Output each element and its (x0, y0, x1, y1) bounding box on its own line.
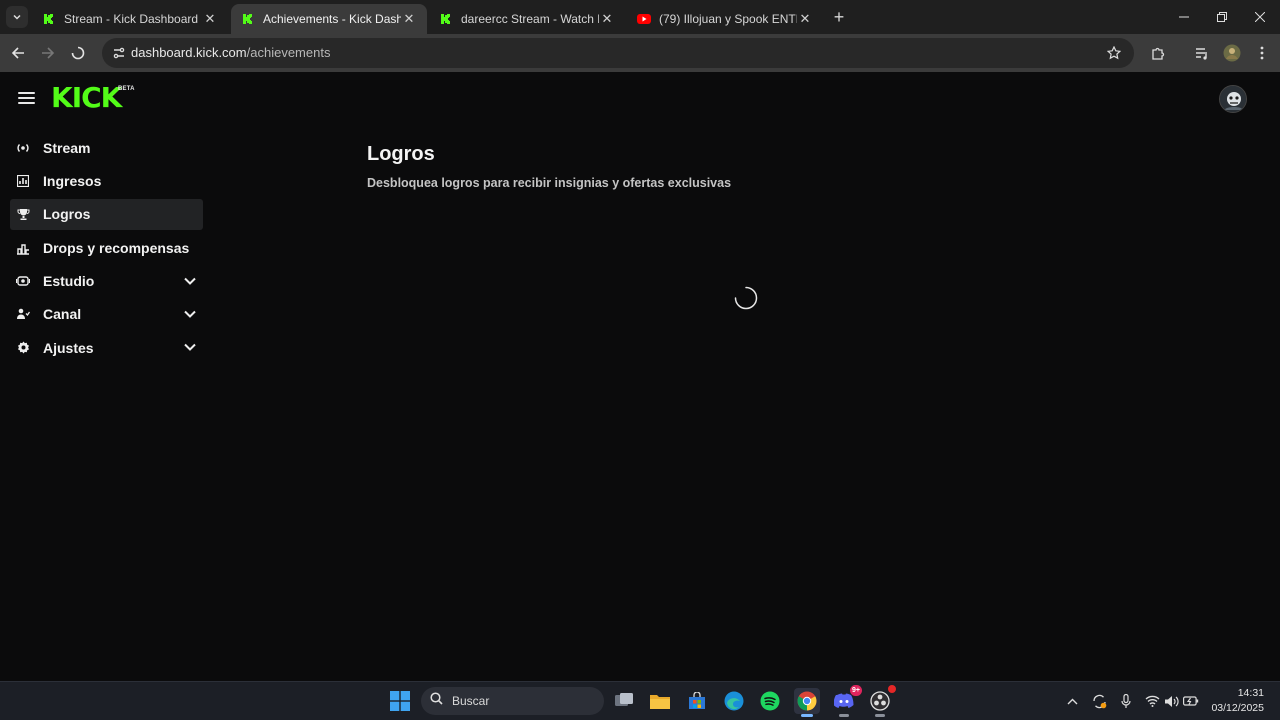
user-avatar[interactable] (1219, 85, 1247, 113)
beta-label: BETA (118, 86, 135, 92)
discord-icon[interactable]: 9+ (831, 685, 862, 717)
channel-icon (15, 306, 31, 322)
sidebar-item-canal[interactable]: Canal (10, 299, 203, 330)
sidebar-item-label: Logros (43, 206, 91, 223)
minimize-window-icon[interactable] (1172, 6, 1196, 28)
task-view-icon[interactable] (611, 688, 637, 714)
sidebar-item-label: Stream (43, 139, 91, 156)
new-tab-button[interactable]: + (829, 7, 849, 27)
profile-avatar-icon[interactable] (1220, 41, 1244, 65)
system-clock[interactable]: 14:31 03/12/2025 (1208, 686, 1264, 716)
tab-title: (79) Illojuan y Spook ENTRAN S (659, 12, 797, 26)
studio-icon (15, 273, 31, 289)
browser-toolbar: dashboard.kick.com/achievements (0, 34, 1280, 72)
sync-status-icon[interactable] (1090, 692, 1108, 710)
browser-tab-stream[interactable]: Stream - Kick Dashboard ✕ (32, 4, 228, 34)
media-queue-icon[interactable] (1190, 41, 1214, 65)
active-app-indicator (801, 714, 813, 717)
obs-studio-icon[interactable] (867, 685, 896, 717)
sidebar-item-logros[interactable]: Logros (10, 198, 203, 230)
sidebar-item-drops[interactable]: Drops y recompensas (10, 232, 203, 263)
close-window-icon[interactable] (1248, 6, 1272, 28)
kick-logo[interactable]: KICK (51, 83, 122, 113)
menu-hamburger-icon[interactable] (18, 92, 35, 104)
address-bar[interactable]: dashboard.kick.com/achievements (102, 38, 1134, 68)
search-label: Buscar (452, 694, 490, 708)
spotify-icon[interactable] (757, 688, 783, 714)
kick-dashboard-page: KICK BETA Stream Ingresos Logros Drops y… (0, 72, 1280, 681)
browser-tab-dareercc[interactable]: dareercc Stream - Watch Live o ✕ (429, 4, 625, 34)
microphone-icon[interactable] (1117, 692, 1135, 710)
chevron-down-icon[interactable] (183, 307, 197, 321)
search-icon (430, 692, 443, 710)
clock-date: 03/12/2025 (1211, 702, 1264, 714)
tab-title: Achievements - Kick Dashboard (263, 12, 401, 26)
taskbar-search[interactable]: Buscar (421, 687, 604, 715)
sidebar-item-label: Estudio (43, 273, 95, 290)
url-path: /achievements (246, 45, 331, 60)
chevron-down-icon[interactable] (183, 274, 197, 288)
running-app-indicator (875, 714, 885, 717)
page-title: Logros (367, 143, 435, 165)
tab-title: dareercc Stream - Watch Live o (461, 12, 599, 26)
close-tab-icon[interactable]: ✕ (797, 11, 813, 27)
url-text: dashboard.kick.com/achievements (131, 45, 330, 60)
browser-tab-achievements[interactable]: Achievements - Kick Dashboard ✕ (231, 4, 427, 34)
loading-spinner-icon (734, 286, 758, 310)
kick-favicon-icon (241, 12, 255, 26)
recording-indicator (888, 685, 896, 693)
volume-icon[interactable] (1162, 692, 1180, 710)
discord-notification-badge: 9+ (850, 685, 862, 696)
edge-browser-icon[interactable] (721, 688, 747, 714)
chevron-up-icon[interactable] (1063, 692, 1081, 710)
sidebar-item-estudio[interactable]: Estudio (10, 266, 203, 297)
clock-time: 14:31 (1237, 687, 1264, 699)
browser-tab-strip: Stream - Kick Dashboard ✕ Achievements -… (0, 0, 1280, 34)
broadcast-icon (15, 140, 31, 156)
close-tab-icon[interactable]: ✕ (202, 11, 218, 27)
sidebar-item-ajustes[interactable]: Ajustes (10, 332, 203, 363)
drops-icon (15, 240, 31, 256)
youtube-favicon-icon (637, 12, 651, 26)
sidebar-item-stream[interactable]: Stream (10, 132, 203, 163)
restore-window-icon[interactable] (1210, 6, 1234, 28)
browser-menu-icon[interactable] (1250, 41, 1274, 65)
windows-start-icon[interactable] (387, 688, 413, 714)
back-arrow-icon[interactable] (6, 41, 30, 65)
bookmark-star-icon[interactable] (1104, 43, 1124, 63)
chevron-down-icon[interactable] (183, 340, 197, 354)
sidebar-item-label: Drops y recompensas (43, 239, 190, 256)
windows-taskbar: Buscar 9+ 14:31 03/12/2025 (0, 681, 1280, 720)
stop-loading-icon[interactable] (66, 41, 90, 65)
file-explorer-icon[interactable] (647, 688, 673, 714)
battery-icon[interactable] (1182, 692, 1200, 710)
url-host: dashboard.kick.com (131, 45, 247, 60)
close-tab-icon[interactable]: ✕ (401, 11, 417, 27)
extensions-puzzle-icon[interactable] (1146, 41, 1170, 65)
trophy-icon (15, 206, 31, 222)
dashboard-sidebar: Stream Ingresos Logros Drops y recompens… (10, 132, 203, 366)
tab-search-button[interactable] (6, 6, 28, 28)
sidebar-item-label: Ajustes (43, 339, 94, 356)
sidebar-item-ingresos[interactable]: Ingresos (10, 165, 203, 196)
kick-favicon-icon (42, 12, 56, 26)
sidebar-item-label: Ingresos (43, 172, 102, 189)
running-app-indicator (839, 714, 849, 717)
chart-icon (15, 173, 31, 189)
site-settings-icon[interactable] (108, 42, 130, 64)
tab-title: Stream - Kick Dashboard (64, 12, 199, 26)
forward-arrow-icon[interactable] (36, 41, 60, 65)
page-subtitle: Desbloquea logros para recibir insignias… (367, 176, 732, 190)
close-tab-icon[interactable]: ✕ (599, 11, 615, 27)
wifi-icon[interactable] (1143, 692, 1161, 710)
chrome-taskbar-icon[interactable] (794, 688, 820, 717)
browser-tab-youtube[interactable]: (79) Illojuan y Spook ENTRAN S ✕ (627, 4, 823, 34)
gear-icon (15, 340, 31, 356)
kick-favicon-icon (439, 12, 453, 26)
microsoft-store-icon[interactable] (684, 688, 710, 714)
sidebar-item-label: Canal (43, 306, 82, 323)
